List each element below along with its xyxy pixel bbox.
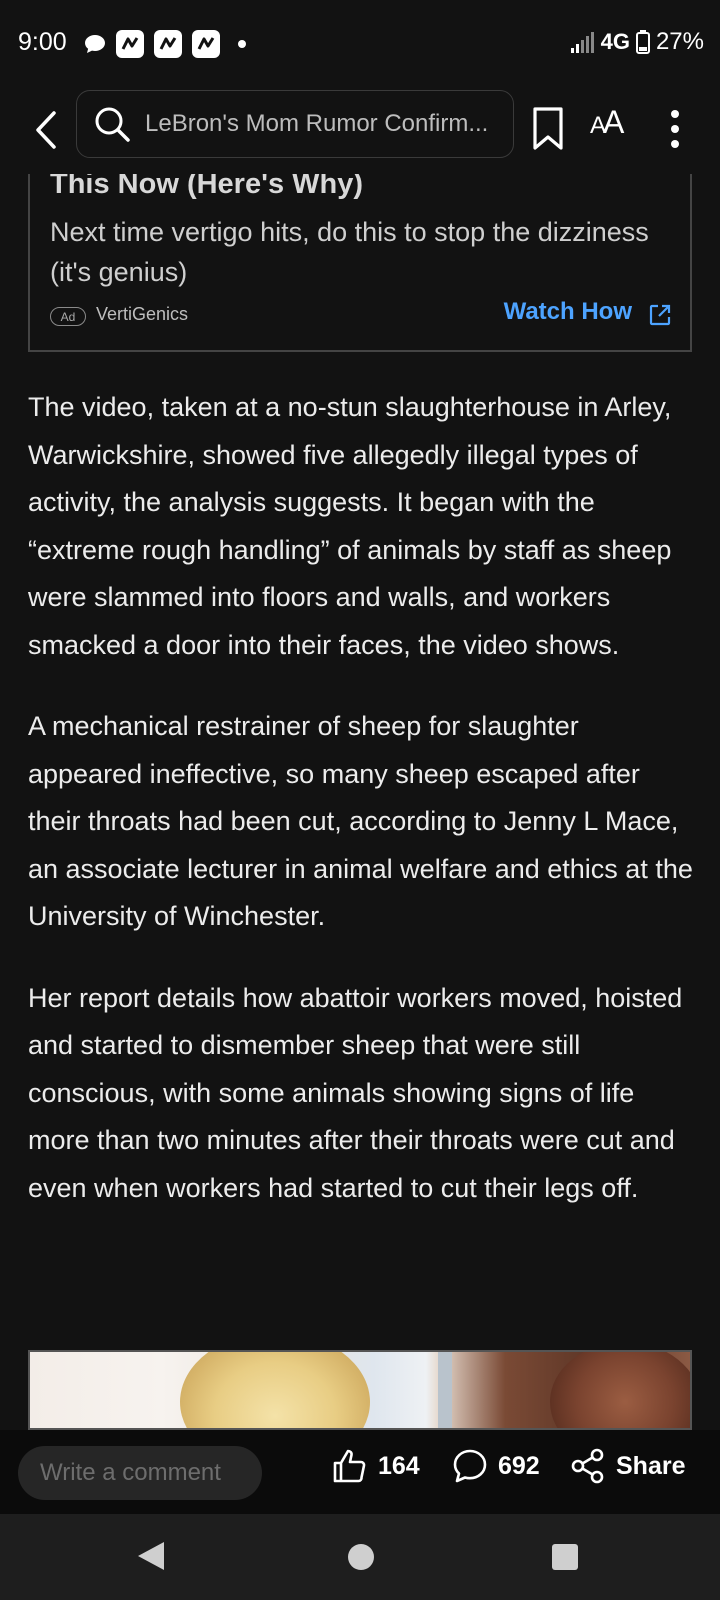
app-notification-icon xyxy=(192,30,220,58)
thumbs-up-icon xyxy=(333,1449,366,1483)
search-query[interactable]: LeBron's Mom Rumor Confirm... xyxy=(145,110,497,138)
text-size-icon-large: A xyxy=(603,104,624,140)
comment-bubble-icon xyxy=(453,1449,487,1483)
top-app-bar: LeBron's Mom Rumor Confirm... AA xyxy=(0,88,720,174)
share-button[interactable]: Share xyxy=(570,1448,685,1484)
status-right: 4G 27% xyxy=(570,28,704,56)
bookmark-icon[interactable] xyxy=(530,106,566,152)
comment-count: 692 xyxy=(498,1451,540,1480)
nav-home-icon[interactable] xyxy=(348,1544,374,1570)
signal-icon xyxy=(570,32,594,53)
app-notification-icon xyxy=(116,30,144,58)
text-size-icon: A xyxy=(590,112,606,139)
ad-watch-how-button[interactable]: Watch How xyxy=(504,298,632,326)
bottom-action-bar: Write a comment 164 692 Share xyxy=(0,1430,720,1514)
ad-description[interactable]: Next time vertigo hits, do this to stop … xyxy=(50,212,650,292)
like-count: 164 xyxy=(378,1451,420,1480)
more-dot-icon xyxy=(238,40,246,48)
article-paragraph: The video, taken at a no-stun slaughterh… xyxy=(28,392,672,660)
comments-button[interactable]: 692 xyxy=(452,1448,540,1484)
article-paragraph: Her report details how abattoir workers … xyxy=(28,982,683,1203)
notification-icons xyxy=(84,30,246,58)
external-link-icon[interactable] xyxy=(648,303,672,327)
battery-icon xyxy=(635,30,650,54)
battery-percent: 27% xyxy=(655,28,704,55)
app-notification-icon xyxy=(154,30,182,58)
nav-back-icon[interactable] xyxy=(138,1542,164,1570)
image-person2-hair xyxy=(550,1352,690,1428)
comment-input[interactable]: Write a comment xyxy=(18,1446,262,1500)
ad-badge: Ad xyxy=(50,307,86,326)
more-vert-icon[interactable] xyxy=(660,106,690,152)
article-body: The video, taken at a no-stun slaughterh… xyxy=(28,384,698,1246)
image-person-hair xyxy=(180,1352,370,1428)
article-image[interactable] xyxy=(28,1350,692,1430)
chat-bubble-icon xyxy=(85,35,105,53)
nav-recents-icon[interactable] xyxy=(552,1544,578,1570)
back-button[interactable] xyxy=(26,104,66,156)
network-type: 4G xyxy=(600,29,630,54)
search-bar[interactable]: LeBron's Mom Rumor Confirm... xyxy=(76,90,514,158)
article-paragraph: A mechanical restrainer of sheep for sla… xyxy=(28,711,693,931)
share-icon xyxy=(571,1448,604,1484)
search-icon xyxy=(95,107,130,142)
system-nav-bar xyxy=(0,1514,720,1600)
ad-advertiser: VertiGenics xyxy=(96,304,189,324)
status-time: 9:00 xyxy=(18,28,67,56)
text-size-button[interactable]: AA xyxy=(590,104,624,141)
sponsored-ad-card[interactable]: This Now (Here's Why) Next time vertigo … xyxy=(28,150,692,352)
back-chevron-icon xyxy=(36,111,56,149)
like-button[interactable]: 164 xyxy=(332,1448,420,1484)
image-background-pole xyxy=(438,1352,452,1428)
status-bar: 9:00 4G 27% xyxy=(0,0,720,88)
share-label: Share xyxy=(616,1451,686,1480)
